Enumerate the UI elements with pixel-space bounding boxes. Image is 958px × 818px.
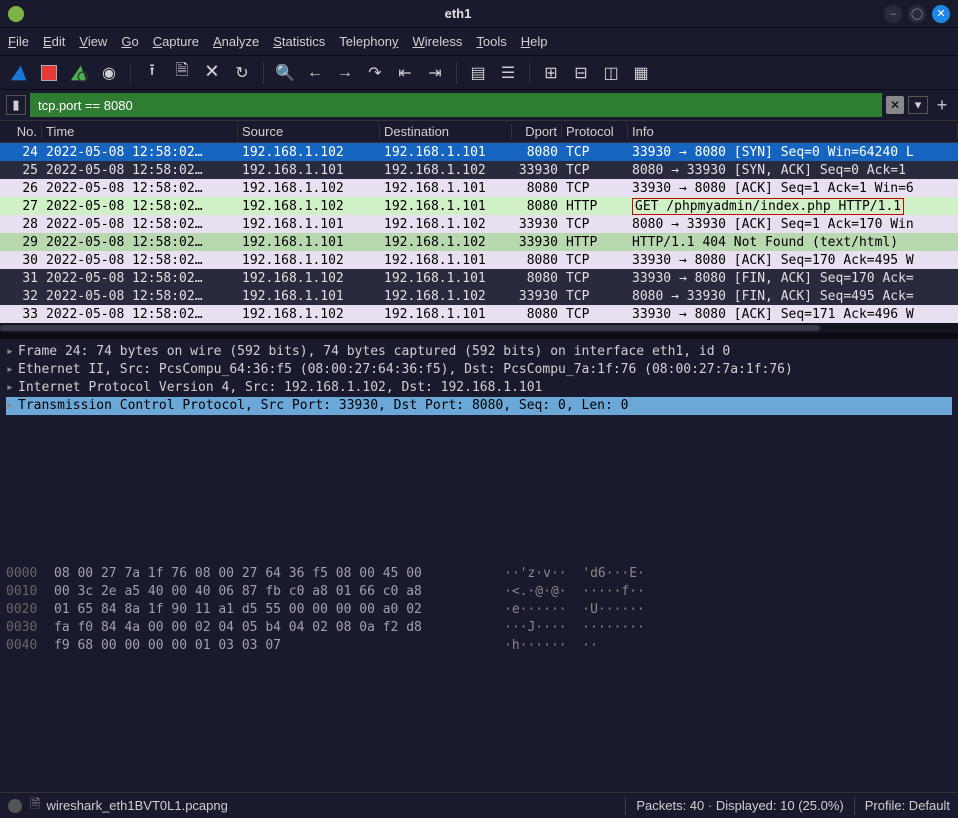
col-protocol[interactable]: Protocol bbox=[562, 124, 628, 139]
auto-scroll-button[interactable]: ☰ bbox=[495, 60, 521, 86]
col-no[interactable]: No. bbox=[0, 124, 42, 139]
zoom-in-button[interactable]: ⊞ bbox=[538, 60, 564, 86]
find-packet-button[interactable]: 🔍 bbox=[272, 60, 298, 86]
menu-wireless[interactable]: Wireless bbox=[413, 34, 463, 49]
status-profile[interactable]: Profile: Default bbox=[865, 798, 950, 813]
close-file-button[interactable]: 🗙 bbox=[199, 60, 225, 86]
add-filter-button[interactable]: + bbox=[932, 95, 952, 115]
detail-tcp[interactable]: ▸Transmission Control Protocol, Src Port… bbox=[6, 397, 952, 415]
menu-help[interactable]: Help bbox=[521, 34, 548, 49]
resize-columns-button[interactable]: ▦ bbox=[628, 60, 654, 86]
apply-filter-button[interactable]: ▾ bbox=[908, 96, 928, 114]
capture-options-button[interactable]: ◉ bbox=[96, 60, 122, 86]
packet-row[interactable]: 282022-05-08 12:58:02…192.168.1.101192.1… bbox=[0, 215, 958, 233]
packet-row[interactable]: 292022-05-08 12:58:02…192.168.1.101192.1… bbox=[0, 233, 958, 251]
packet-row[interactable]: 252022-05-08 12:58:02…192.168.1.101192.1… bbox=[0, 161, 958, 179]
packet-row[interactable]: 272022-05-08 12:58:02…192.168.1.102192.1… bbox=[0, 197, 958, 215]
go-last-button[interactable]: ⇥ bbox=[422, 60, 448, 86]
titlebar: eth1 – ◯ ✕ bbox=[0, 0, 958, 28]
stop-capture-button[interactable] bbox=[36, 60, 62, 86]
restart-capture-button[interactable] bbox=[66, 60, 92, 86]
menu-file[interactable]: File bbox=[8, 34, 29, 49]
go-first-button[interactable]: ⇤ bbox=[392, 60, 418, 86]
clear-filter-button[interactable]: ✕ bbox=[886, 96, 904, 114]
menu-go[interactable]: Go bbox=[121, 34, 138, 49]
menu-capture[interactable]: Capture bbox=[153, 34, 199, 49]
col-time[interactable]: Time bbox=[42, 124, 238, 139]
packet-bytes[interactable]: 000008 00 27 7a 1f 76 08 00 27 64 36 f5 … bbox=[0, 559, 958, 661]
menu-edit[interactable]: Edit bbox=[43, 34, 65, 49]
detail-ip[interactable]: ▸Internet Protocol Version 4, Src: 192.1… bbox=[6, 379, 952, 397]
go-back-button[interactable]: ← bbox=[302, 60, 328, 86]
status-packets: Packets: 40 · Displayed: 10 (25.0%) bbox=[636, 798, 843, 813]
menu-tools[interactable]: Tools bbox=[476, 34, 506, 49]
hex-row[interactable]: 000008 00 27 7a 1f 76 08 00 27 64 36 f5 … bbox=[6, 565, 952, 583]
menu-telephony[interactable]: Telephony bbox=[339, 34, 398, 49]
window-title: eth1 bbox=[32, 6, 884, 21]
maximize-button[interactable]: ◯ bbox=[908, 5, 926, 23]
packet-row[interactable]: 332022-05-08 12:58:02…192.168.1.102192.1… bbox=[0, 305, 958, 323]
packet-row[interactable]: 242022-05-08 12:58:02…192.168.1.102192.1… bbox=[0, 143, 958, 161]
menubar: File Edit View Go Capture Analyze Statis… bbox=[0, 28, 958, 56]
go-forward-button[interactable]: → bbox=[332, 60, 358, 86]
display-filter-input[interactable] bbox=[30, 93, 882, 117]
toolbar: ◉ ⭱ 🗎 🗙 ↻ 🔍 ← → ↷ ⇤ ⇥ ▤ ☰ ⊞ ⊟ ◫ ▦ bbox=[0, 56, 958, 90]
packet-row[interactable]: 322022-05-08 12:58:02…192.168.1.101192.1… bbox=[0, 287, 958, 305]
minimize-button[interactable]: – bbox=[884, 5, 902, 23]
packet-row[interactable]: 262022-05-08 12:58:02…192.168.1.102192.1… bbox=[0, 179, 958, 197]
app-icon bbox=[8, 6, 24, 22]
detail-frame[interactable]: ▸Frame 24: 74 bytes on wire (592 bits), … bbox=[6, 343, 952, 361]
close-button[interactable]: ✕ bbox=[932, 5, 950, 23]
packet-list[interactable]: No. Time Source Destination Dport Protoc… bbox=[0, 120, 958, 323]
zoom-out-button[interactable]: ⊟ bbox=[568, 60, 594, 86]
file-icon: 🗎 bbox=[30, 795, 40, 817]
hex-row[interactable]: 002001 65 84 8a 1f 90 11 a1 d5 55 00 00 … bbox=[6, 601, 952, 619]
col-dport[interactable]: Dport bbox=[512, 124, 562, 139]
detail-ethernet[interactable]: ▸Ethernet II, Src: PcsCompu_64:36:f5 (08… bbox=[6, 361, 952, 379]
packet-scrollbar[interactable] bbox=[0, 323, 958, 333]
packet-list-header[interactable]: No. Time Source Destination Dport Protoc… bbox=[0, 121, 958, 143]
packet-details[interactable]: ▸Frame 24: 74 bytes on wire (592 bits), … bbox=[0, 339, 958, 419]
hex-row[interactable]: 001000 3c 2e a5 40 00 40 06 87 fb c0 a8 … bbox=[6, 583, 952, 601]
packet-row[interactable]: 312022-05-08 12:58:02…192.168.1.102192.1… bbox=[0, 269, 958, 287]
expert-info-icon[interactable] bbox=[8, 799, 22, 813]
packet-row[interactable]: 302022-05-08 12:58:02…192.168.1.102192.1… bbox=[0, 251, 958, 269]
reload-button[interactable]: ↻ bbox=[229, 60, 255, 86]
open-file-button[interactable]: ⭱ bbox=[139, 60, 165, 86]
filter-bookmark-icon[interactable]: ▮ bbox=[6, 95, 26, 115]
menu-view[interactable]: View bbox=[79, 34, 107, 49]
status-bar: 🗎 wireshark_eth1BVT0L1.pcapng Packets: 4… bbox=[0, 792, 958, 818]
col-source[interactable]: Source bbox=[238, 124, 380, 139]
col-destination[interactable]: Destination bbox=[380, 124, 512, 139]
filter-bar: ▮ ✕ ▾ + bbox=[0, 90, 958, 120]
hex-row[interactable]: 0030fa f0 84 4a 00 00 02 04 05 b4 04 02 … bbox=[6, 619, 952, 637]
go-to-packet-button[interactable]: ↷ bbox=[362, 60, 388, 86]
col-info[interactable]: Info bbox=[628, 124, 958, 139]
zoom-reset-button[interactable]: ◫ bbox=[598, 60, 624, 86]
shark-fin-icon[interactable] bbox=[6, 60, 32, 86]
hex-row[interactable]: 0040f9 68 00 00 00 00 01 03 03 07·h·····… bbox=[6, 637, 952, 655]
save-file-button[interactable]: 🗎 bbox=[169, 60, 195, 86]
colorize-button[interactable]: ▤ bbox=[465, 60, 491, 86]
menu-analyze[interactable]: Analyze bbox=[213, 34, 259, 49]
menu-statistics[interactable]: Statistics bbox=[273, 34, 325, 49]
status-filename: wireshark_eth1BVT0L1.pcapng bbox=[46, 798, 227, 813]
